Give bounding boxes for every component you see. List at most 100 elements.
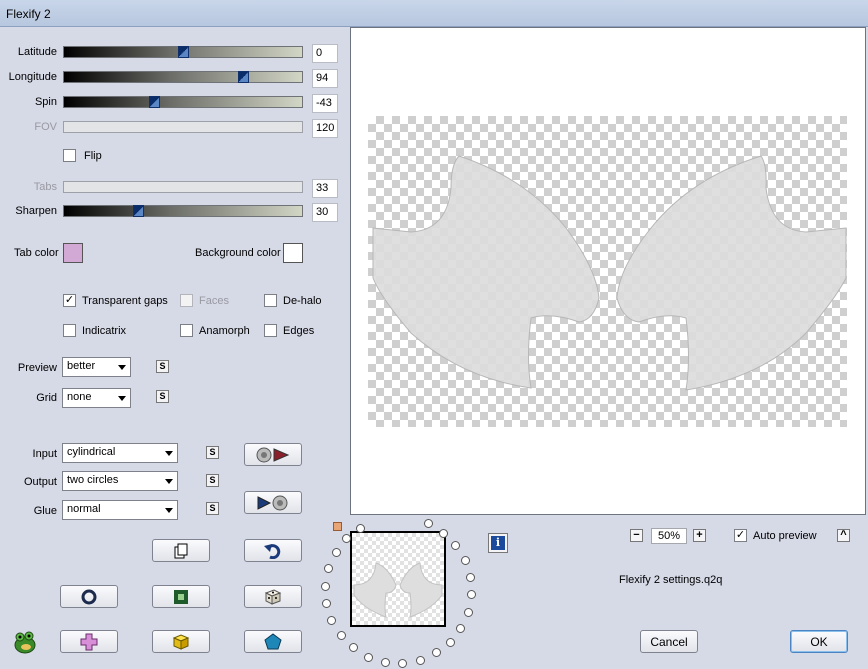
cross-button[interactable] (60, 630, 118, 653)
preview-canvas[interactable] (350, 27, 866, 515)
tab-color-swatch[interactable] (63, 243, 83, 263)
navigator-dot[interactable] (445, 637, 455, 647)
indicatrix-label: Indicatrix (82, 325, 127, 337)
sharpen-value-field[interactable]: 30 (312, 203, 338, 222)
preview-s-button[interactable]: S (156, 360, 169, 373)
navigator-dot[interactable] (460, 556, 470, 566)
navigator-dot[interactable] (324, 564, 334, 574)
sharpen-slider-thumb[interactable] (132, 205, 144, 217)
navigator-dot[interactable] (439, 528, 449, 538)
navigator-dot[interactable] (456, 623, 466, 633)
frog-logo[interactable] (12, 629, 38, 655)
undo-button[interactable] (244, 539, 302, 562)
navigator-dot[interactable] (415, 655, 425, 665)
dice-icon (264, 588, 282, 605)
auto-preview-checkbox[interactable]: ✓ (734, 529, 747, 542)
navigator-dot[interactable] (423, 519, 433, 529)
tab-color-label: Tab color (14, 247, 59, 259)
longitude-slider-thumb[interactable] (237, 71, 249, 83)
navigator-dot[interactable] (327, 615, 337, 625)
spin-slider[interactable] (63, 96, 303, 108)
fov-label: FOV (34, 121, 57, 133)
spin-value-field[interactable]: -43 (312, 94, 338, 113)
de-halo-label: De-halo (283, 295, 322, 307)
navigator-dot[interactable] (466, 590, 476, 600)
grid-select-value: none (67, 391, 92, 403)
info-button[interactable]: i (488, 533, 508, 553)
undo-icon (264, 543, 281, 559)
chevron-down-icon (165, 451, 173, 456)
circle-button[interactable] (60, 585, 118, 608)
cube-icon (172, 633, 190, 650)
output-back-icon (257, 495, 288, 510)
square-button[interactable] (152, 585, 210, 608)
preview-label: Preview (17, 362, 57, 374)
de-halo-checkbox[interactable] (264, 294, 277, 307)
cube-button[interactable] (152, 630, 210, 653)
navigator-dot[interactable] (451, 540, 461, 550)
background-color-swatch[interactable] (283, 243, 303, 263)
longitude-slider[interactable] (63, 71, 303, 83)
tabs-slider (63, 181, 303, 193)
zoom-in-button[interactable]: + (693, 529, 706, 542)
window-title: Flexify 2 (6, 7, 51, 21)
cross-icon (80, 633, 98, 650)
navigator-dot[interactable] (321, 581, 331, 591)
collapse-button[interactable]: ^ (837, 529, 850, 542)
tabs-label: Tabs (33, 181, 57, 193)
ok-button[interactable]: OK (790, 630, 848, 653)
navigator-dot[interactable] (465, 572, 475, 582)
anamorph-checkbox[interactable] (180, 324, 193, 337)
chevron-down-icon (118, 365, 126, 370)
cancel-button[interactable]: Cancel (640, 630, 698, 653)
preview-select[interactable]: better (62, 357, 131, 377)
navigator-dot[interactable] (380, 657, 390, 667)
output-select[interactable]: two circles (62, 471, 178, 491)
input-select[interactable]: cylindrical (62, 443, 178, 463)
glue-select[interactable]: normal (62, 500, 178, 520)
input-forward-icon (256, 447, 290, 462)
navigator-dot[interactable] (364, 652, 374, 662)
grid-select[interactable]: none (62, 388, 131, 408)
title-bar: Flexify 2 (0, 0, 868, 27)
latitude-slider-thumb[interactable] (178, 46, 189, 58)
grid-s-button[interactable]: S (156, 390, 169, 403)
edges-checkbox[interactable] (264, 324, 277, 337)
thumbnail-preview[interactable] (350, 531, 446, 627)
flip-checkbox[interactable] (63, 149, 76, 162)
zoom-out-button[interactable]: − (630, 529, 643, 542)
navigator-dot[interactable] (431, 648, 441, 658)
input-forward-button[interactable] (244, 443, 302, 466)
random-dice-button[interactable] (244, 585, 302, 608)
longitude-value-field[interactable]: 94 (312, 69, 338, 88)
output-s-button[interactable]: S (206, 474, 219, 487)
sharpen-slider[interactable] (63, 205, 303, 217)
transparent-gaps-label: Transparent gaps (82, 295, 168, 307)
input-s-button[interactable]: S (206, 446, 219, 459)
transparent-gaps-checkbox[interactable]: ✓ (63, 294, 76, 307)
pentagon-icon (264, 632, 282, 649)
latitude-slider[interactable] (63, 46, 303, 58)
flip-label: Flip (84, 150, 102, 162)
navigator-dot[interactable] (348, 643, 358, 653)
navigator-handle[interactable] (333, 522, 342, 531)
navigator-dot[interactable] (331, 548, 341, 558)
sharpen-label: Sharpen (15, 205, 57, 217)
output-back-button[interactable] (244, 491, 302, 514)
navigator-dot[interactable] (398, 658, 408, 668)
settings-filename: Flexify 2 settings.q2q (619, 574, 723, 586)
copy-button[interactable] (152, 539, 210, 562)
navigator-dot[interactable] (356, 523, 366, 533)
navigator-dot[interactable] (463, 607, 473, 617)
faces-checkbox (180, 294, 193, 307)
glue-s-button[interactable]: S (206, 502, 219, 515)
pentagon-button[interactable] (244, 630, 302, 653)
background-color-label: Background color (195, 247, 281, 259)
spin-slider-thumb[interactable] (149, 96, 161, 108)
checkmark-icon: ✓ (735, 529, 746, 541)
latitude-value-field[interactable]: 0 (312, 44, 338, 63)
navigator-dot[interactable] (322, 599, 332, 609)
navigator-dot[interactable] (336, 631, 346, 641)
indicatrix-checkbox[interactable] (63, 324, 76, 337)
input-label: Input (32, 448, 57, 460)
